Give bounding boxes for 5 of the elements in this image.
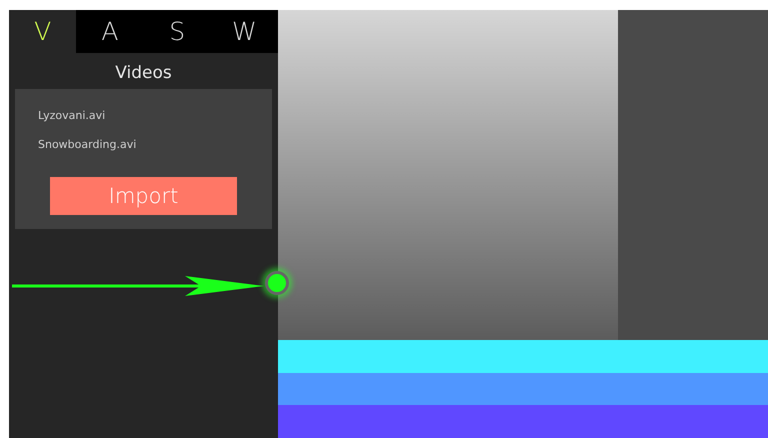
panel-title: Videos bbox=[114, 63, 173, 83]
arrow-icon bbox=[11, 274, 265, 298]
tab[interactable]: V bbox=[9, 10, 76, 53]
file-item[interactable]: Lyzovani.avi bbox=[38, 109, 272, 122]
file-item[interactable]: Snowboarding.avi bbox=[38, 138, 272, 151]
